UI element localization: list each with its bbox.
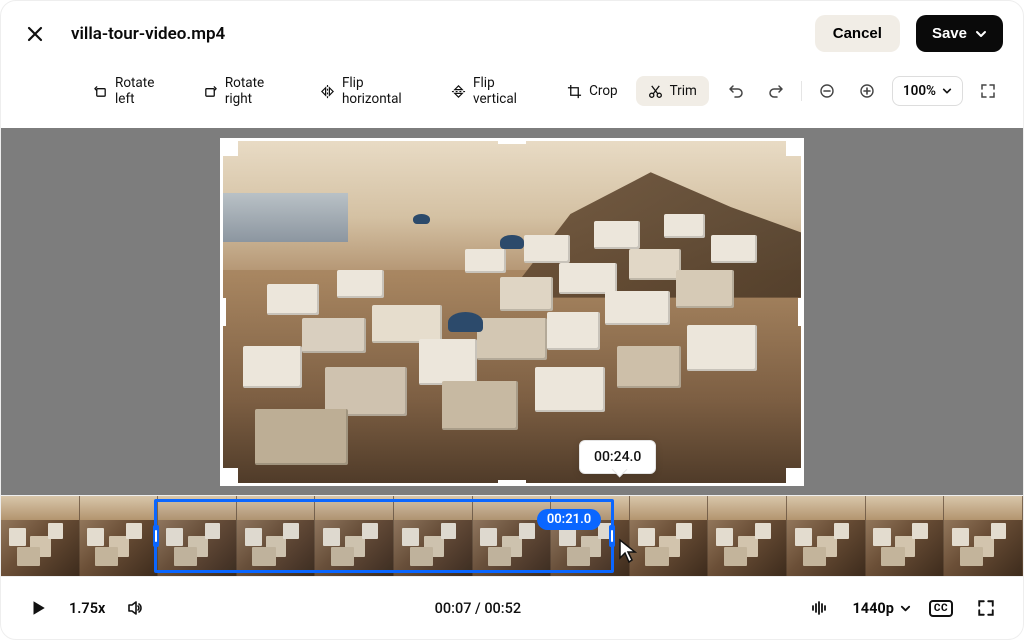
- video-frame[interactable]: [220, 138, 804, 486]
- flip-vertical-button[interactable]: Flip vertical: [439, 68, 549, 114]
- fullscreen-button[interactable]: [973, 76, 1003, 106]
- undo-button[interactable]: [721, 76, 751, 106]
- video-canvas[interactable]: 00:24.0: [1, 128, 1023, 495]
- cancel-button[interactable]: Cancel: [815, 15, 900, 52]
- time-display: 00:07 / 00:52: [167, 600, 788, 617]
- rotate-right-icon: [203, 84, 218, 99]
- toolbar-right: 100%: [721, 76, 1003, 106]
- waveform-icon: [810, 599, 828, 617]
- crop-icon: [567, 84, 582, 99]
- rotate-left-button[interactable]: Rotate left: [81, 68, 185, 114]
- expand-icon: [980, 83, 996, 99]
- timeline-thumb[interactable]: [866, 496, 945, 576]
- zoom-in-button[interactable]: [852, 76, 882, 106]
- trim-selection[interactable]: 00:21.0: [154, 499, 614, 573]
- video-editor-app: villa-tour-video.mp4 Cancel Save Rotate …: [0, 0, 1024, 640]
- trim-handle-start[interactable]: [153, 525, 159, 547]
- resolution-dropdown[interactable]: 1440p: [852, 600, 910, 617]
- total-time: 00:52: [484, 600, 521, 617]
- volume-button[interactable]: [121, 593, 151, 623]
- trim-handle-end[interactable]: [609, 525, 615, 547]
- redo-button[interactable]: [761, 76, 791, 106]
- expand-icon: [977, 599, 995, 617]
- close-icon: [26, 25, 44, 43]
- timeline-thumb[interactable]: [1, 496, 80, 576]
- current-time: 00:07: [435, 600, 472, 617]
- playbar: 1.75x 00:07 / 00:52 1440p CC: [1, 577, 1023, 639]
- chevron-down-icon: [975, 28, 987, 40]
- save-label: Save: [932, 25, 967, 42]
- flip-horizontal-icon: [320, 84, 335, 99]
- zoom-out-button[interactable]: [812, 76, 842, 106]
- divider: [801, 81, 802, 101]
- timeline-thumb[interactable]: [80, 496, 159, 576]
- chevron-down-icon: [942, 86, 952, 96]
- play-button[interactable]: [23, 593, 53, 623]
- timeline-track[interactable]: 00:21.0: [1, 496, 1023, 576]
- zoom-level-dropdown[interactable]: 100%: [892, 76, 963, 106]
- frame-preview: [220, 138, 804, 486]
- toolbar: Rotate left Rotate right Flip horizontal…: [1, 62, 1023, 128]
- rotate-left-icon: [93, 84, 108, 99]
- header: villa-tour-video.mp4 Cancel Save: [1, 1, 1023, 62]
- trim-icon: [648, 84, 663, 99]
- time-tooltip: 00:24.0: [579, 440, 656, 474]
- play-icon: [29, 599, 47, 617]
- timeline-thumb[interactable]: [944, 496, 1023, 576]
- save-button[interactable]: Save: [916, 15, 1003, 52]
- chevron-down-icon: [900, 603, 911, 614]
- flip-horizontal-button[interactable]: Flip horizontal: [308, 68, 433, 114]
- playback-speed[interactable]: 1.75x: [69, 600, 105, 617]
- file-title: villa-tour-video.mp4: [71, 24, 225, 44]
- zoom-in-icon: [859, 83, 875, 99]
- zoom-label: 100%: [903, 83, 936, 99]
- captions-button[interactable]: CC: [929, 600, 953, 617]
- close-button[interactable]: [21, 20, 49, 48]
- undo-icon: [728, 83, 744, 99]
- volume-icon: [127, 599, 145, 617]
- timeline-thumb[interactable]: [708, 496, 787, 576]
- zoom-out-icon: [819, 83, 835, 99]
- trim-button[interactable]: Trim: [636, 76, 709, 106]
- trim-end-badge: 00:21.0: [537, 509, 601, 530]
- redo-icon: [768, 83, 784, 99]
- rotate-right-button[interactable]: Rotate right: [191, 68, 302, 114]
- timeline-thumb[interactable]: [787, 496, 866, 576]
- timeline-thumb[interactable]: [630, 496, 709, 576]
- crop-button[interactable]: Crop: [555, 76, 630, 106]
- timeline: 00:21.0: [1, 495, 1023, 577]
- flip-vertical-icon: [451, 84, 466, 99]
- audio-settings-button[interactable]: [804, 593, 834, 623]
- fullscreen-player-button[interactable]: [971, 593, 1001, 623]
